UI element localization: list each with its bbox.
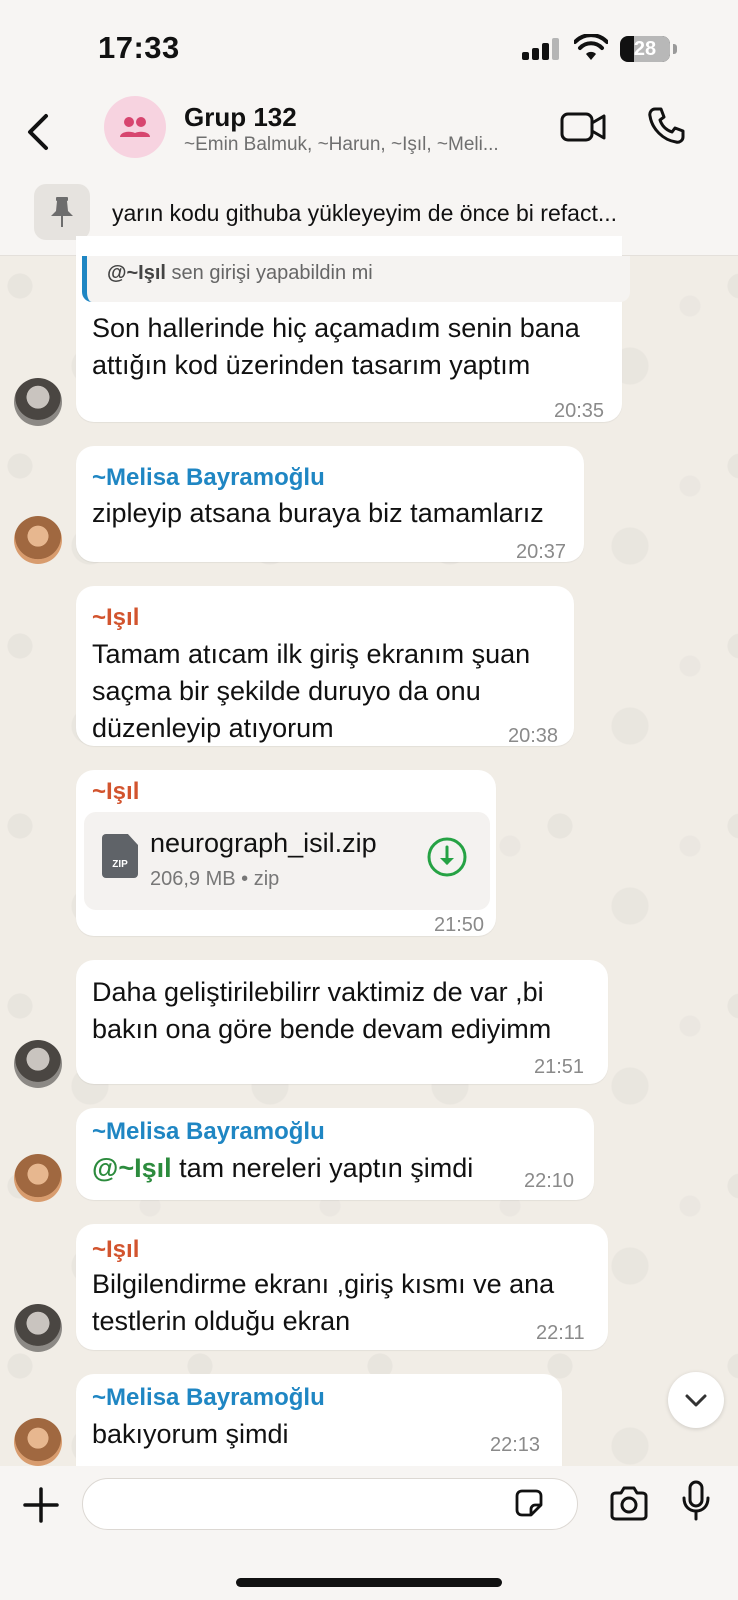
camera-icon[interactable]: [608, 1486, 650, 1522]
chevron-down-icon: [685, 1394, 707, 1407]
mention[interactable]: @~Işıl: [92, 1153, 172, 1183]
file-attachment[interactable]: ZIP neurograph_isil.zip 206,9 MB • zip: [84, 812, 490, 910]
sender-name[interactable]: ~Işıl: [92, 778, 139, 806]
back-button[interactable]: [18, 108, 58, 156]
download-icon[interactable]: [426, 836, 468, 878]
message-text: Son hallerinde hiç açamadım senin bana: [92, 313, 580, 343]
sender-name[interactable]: ~Işıl: [92, 604, 139, 632]
avatar-isil[interactable]: [14, 1304, 62, 1352]
sticker-icon[interactable]: [513, 1487, 545, 1519]
message-text: bakın ona göre bende devam ediyimm: [92, 1014, 552, 1044]
avatar-melisa[interactable]: [14, 1154, 62, 1202]
microphone-icon[interactable]: [680, 1480, 712, 1522]
status-time: 17:33: [98, 30, 180, 65]
group-avatar[interactable]: [104, 96, 166, 158]
battery-icon: 28: [620, 36, 670, 62]
scroll-to-bottom-button[interactable]: [668, 1372, 724, 1428]
avatar-melisa[interactable]: [14, 516, 62, 564]
avatar-melisa[interactable]: [14, 1418, 62, 1466]
battery-level: 28: [633, 38, 657, 60]
video-call-button[interactable]: [560, 110, 606, 144]
message-time: 22:13: [490, 1434, 541, 1456]
message-text: Bilgilendirme ekranı ,giriş kısmı ve ana: [92, 1269, 555, 1299]
message-time: 20:35: [554, 400, 605, 422]
message-text: saçma bir şekilde duruyo da onu: [92, 676, 481, 706]
message-text: düzenleyip atıyorum: [92, 713, 334, 743]
message-text: Daha geliştirilebilirr vaktimiz de var ,…: [92, 977, 544, 1007]
message-time: 20:38: [508, 725, 559, 747]
attach-plus-button[interactable]: [22, 1486, 60, 1524]
pin-icon-box: [34, 184, 90, 240]
avatar-isil[interactable]: [14, 1040, 62, 1088]
message-time: 22:11: [536, 1322, 585, 1344]
zip-file-icon: ZIP: [102, 834, 138, 878]
pin-icon: [51, 197, 73, 227]
home-indicator[interactable]: [236, 1578, 502, 1587]
quote-text: sen girişi yapabildin mi: [165, 262, 373, 284]
sender-name[interactable]: ~Melisa Bayramoğlu: [92, 464, 325, 492]
message-text: testlerin olduğu ekran: [92, 1306, 351, 1336]
message-time: 21:51: [534, 1056, 585, 1078]
message-text: attığın kod üzerinden tasarım yaptım: [92, 350, 531, 380]
message-text: bakıyorum şimdi: [92, 1419, 289, 1449]
quote-sender: @~Işıl: [107, 262, 166, 284]
message-time: 20:37: [516, 541, 567, 563]
group-icon: [120, 117, 150, 137]
wifi-icon: [574, 34, 608, 60]
file-name: neurograph_isil.zip: [150, 828, 377, 858]
sender-name[interactable]: ~Melisa Bayramoğlu: [92, 1118, 325, 1146]
message-text: tam nereleri yaptın şimdi: [171, 1153, 474, 1183]
group-members[interactable]: ~Emin Balmuk, ~Harun, ~Işıl, ~Meli...: [184, 134, 540, 156]
message-input[interactable]: [101, 1487, 501, 1521]
sender-name[interactable]: ~Melisa Bayramoğlu: [92, 1384, 325, 1412]
message-text: Tamam atıcam ilk giriş ekranım şuan: [92, 639, 531, 669]
status-bar: 17:33 28: [0, 0, 738, 90]
pinned-message-text: yarın kodu githuba yükleyeyim de önce bi…: [112, 200, 618, 226]
quoted-reply[interactable]: @~Işıl sen girişi yapabildin mi: [82, 256, 630, 302]
sender-name[interactable]: ~Işıl: [92, 1236, 139, 1264]
voice-call-button[interactable]: [646, 106, 686, 146]
file-meta: 206,9 MB • zip: [150, 868, 280, 890]
avatar-isil[interactable]: [14, 378, 62, 426]
group-title[interactable]: Grup 132: [184, 102, 297, 133]
cellular-signal-icon: [522, 38, 562, 60]
chat-header: Grup 132 ~Emin Balmuk, ~Harun, ~Işıl, ~M…: [0, 90, 738, 176]
message-time: 21:50: [434, 914, 485, 936]
message-input-box[interactable]: [82, 1478, 578, 1530]
message-text: zipleyip atsana buraya biz tamamlarız: [92, 498, 544, 528]
message-time: 22:10: [524, 1170, 575, 1192]
